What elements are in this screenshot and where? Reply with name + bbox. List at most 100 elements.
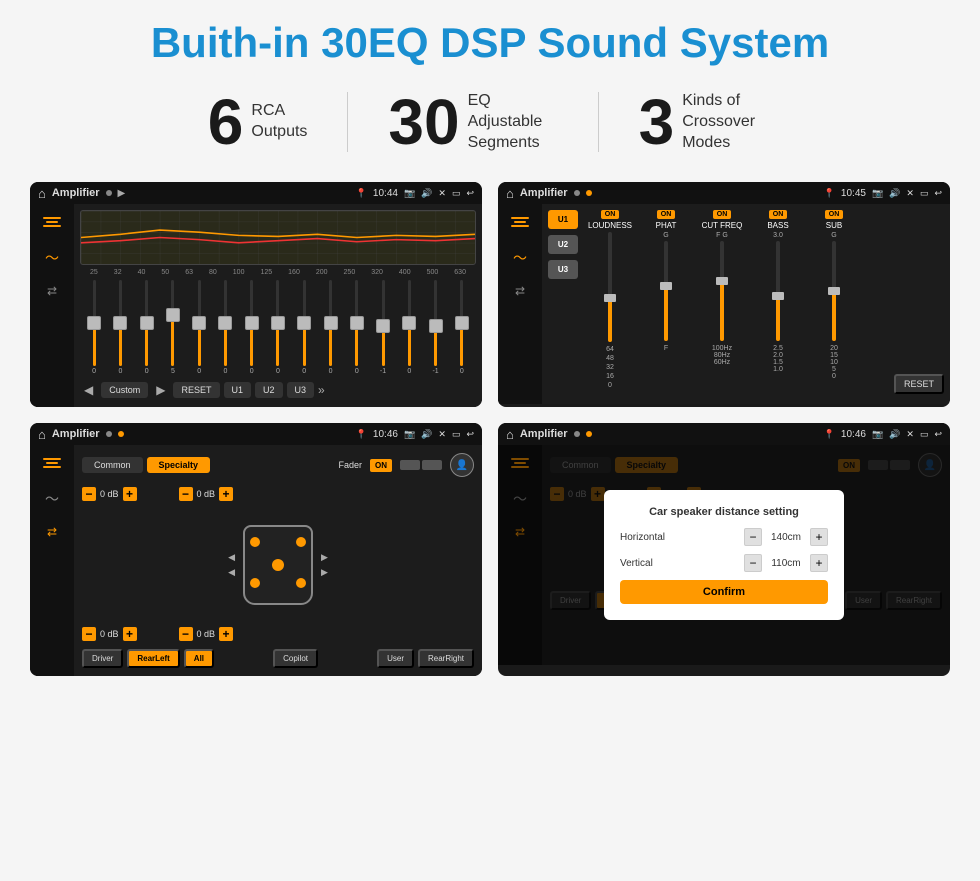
eq-band-10[interactable]: 0 [348,280,366,375]
sub-slider[interactable] [832,241,836,341]
fader-content: 〜 ⇄ Common Specialty Fader ON 👤 [30,445,482,676]
cross-reset-button[interactable]: RESET [894,374,944,394]
bass-slider[interactable] [776,241,780,341]
chevron-right-icon[interactable]: » [318,383,325,397]
vol-fl-minus[interactable]: − [82,487,96,501]
vertical-plus-button[interactable]: + [810,554,828,572]
speaker-rl [250,578,260,588]
cross-preset-u3[interactable]: U3 [548,260,578,279]
vol-fr-plus[interactable]: + [219,487,233,501]
vol-rr-plus[interactable]: + [219,627,233,641]
sidebar-wave-icon[interactable]: 〜 [45,248,59,268]
cross-sidebar-wave-icon[interactable]: 〜 [513,248,527,268]
dist-home-icon[interactable]: ⌂ [506,427,514,442]
eq-band-3[interactable]: 5 [164,280,182,375]
eq-band-5[interactable]: 0 [216,280,234,375]
fader-on-toggle[interactable]: ON [370,459,392,472]
cutfreq-on-badge[interactable]: ON [713,210,732,219]
vol-fl-plus[interactable]: + [123,487,137,501]
eq-reset-button[interactable]: RESET [173,382,219,398]
eq-band-12[interactable]: 0 [400,280,418,375]
fader-volume-icon[interactable]: 🔊 [421,429,432,440]
cross-window-icon[interactable]: ▭ [920,188,929,199]
vol-rl-plus[interactable]: + [123,627,137,641]
eq-u2-button[interactable]: U2 [255,382,283,398]
dist-volume-icon[interactable]: 🔊 [889,429,900,440]
cross-preset-u1[interactable]: U1 [548,210,578,229]
fader-tab-specialty[interactable]: Specialty [147,457,211,473]
profile-icon[interactable]: 👤 [450,453,474,477]
bass-on-badge[interactable]: ON [769,210,788,219]
eq-band-8[interactable]: 0 [295,280,313,375]
cross-sidebar-arrows-icon[interactable]: ⇄ [515,284,525,298]
play-icon[interactable]: ▶ [118,188,126,199]
horizontal-plus-button[interactable]: + [810,528,828,546]
cross-preset-u2[interactable]: U2 [548,235,578,254]
eq-band-6[interactable]: 0 [243,280,261,375]
fader-user-button[interactable]: User [377,649,414,668]
eq-custom-button[interactable]: Custom [101,382,148,398]
phat-slider[interactable] [664,241,668,341]
eq-prev-button[interactable]: ◀ [80,381,97,399]
fader-sidebar-arrows-icon[interactable]: ⇄ [47,525,57,539]
vol-fl-value: 0 dB [100,489,119,499]
eq-screen-title: Amplifier [52,187,100,199]
eq-band-11[interactable]: -1 [374,280,392,375]
cross-back-icon[interactable]: ↩ [934,188,942,199]
eq-screen: ⌂ Amplifier ▶ 📍 10:44 📷 🔊 ✕ ▭ ↩ 〜 ⇄ [30,182,482,407]
dist-back-icon[interactable]: ↩ [934,429,942,440]
fader-sidebar-eq-icon[interactable] [38,453,66,473]
phat-on-badge[interactable]: ON [657,210,676,219]
eq-band-9[interactable]: 0 [322,280,340,375]
cross-channel-loudness: ON LOUDNESS 644832160 [584,210,636,398]
vol-rr-minus[interactable]: − [179,627,193,641]
fader-tab-common[interactable]: Common [82,457,143,473]
sub-on-badge[interactable]: ON [825,210,844,219]
vol-rl-minus[interactable]: − [82,627,96,641]
dialog-vertical-label: Vertical [620,558,653,569]
eq-band-2[interactable]: 0 [138,280,156,375]
eq-sliders: 0 0 0 5 0 [80,280,476,375]
cross-volume-icon[interactable]: 🔊 [889,188,900,199]
eq-u3-button[interactable]: U3 [287,382,315,398]
loudness-slider[interactable] [608,232,612,342]
fader-sidebar-wave-icon[interactable]: 〜 [45,489,59,509]
fader-copilot-button[interactable]: Copilot [273,649,318,668]
eq-band-1[interactable]: 0 [111,280,129,375]
dist-close-icon[interactable]: ✕ [906,429,914,440]
eq-band-14[interactable]: 0 [453,280,471,375]
dialog-horizontal-label: Horizontal [620,532,665,543]
cross-sidebar-eq-icon[interactable] [506,212,534,232]
fader-all-button[interactable]: All [184,649,214,668]
eq-band-7[interactable]: 0 [269,280,287,375]
loudness-on-badge[interactable]: ON [601,210,620,219]
vol-fr-minus[interactable]: − [179,487,193,501]
fader-back-icon[interactable]: ↩ [466,429,474,440]
sidebar-arrows-icon[interactable]: ⇄ [47,284,57,298]
fader-label: Fader [338,460,362,470]
fader-driver-button[interactable]: Driver [82,649,123,668]
fader-home-icon[interactable]: ⌂ [38,427,46,442]
cross-home-icon[interactable]: ⌂ [506,186,514,201]
cutfreq-slider[interactable] [720,241,724,341]
eq-play-button[interactable]: ▶ [152,381,169,399]
fader-close-icon[interactable]: ✕ [438,429,446,440]
confirm-button[interactable]: Confirm [620,580,828,604]
sidebar-eq-icon[interactable] [38,212,66,232]
fader-rearleft-button[interactable]: RearLeft [127,649,179,668]
eq-band-4[interactable]: 0 [190,280,208,375]
back-icon-1[interactable]: ↩ [466,188,474,199]
window-icon[interactable]: ▭ [452,188,461,199]
eq-band-13[interactable]: -1 [427,280,445,375]
eq-band-0[interactable]: 0 [85,280,103,375]
fader-window-icon[interactable]: ▭ [452,429,461,440]
close-icon-1[interactable]: ✕ [438,188,446,199]
eq-u1-button[interactable]: U1 [224,382,252,398]
dist-window-icon[interactable]: ▭ [920,429,929,440]
volume-icon[interactable]: 🔊 [421,188,432,199]
fader-rearright-button[interactable]: RearRight [418,649,474,668]
cross-close-icon[interactable]: ✕ [906,188,914,199]
vertical-minus-button[interactable]: − [744,554,762,572]
horizontal-minus-button[interactable]: − [744,528,762,546]
home-icon[interactable]: ⌂ [38,186,46,201]
